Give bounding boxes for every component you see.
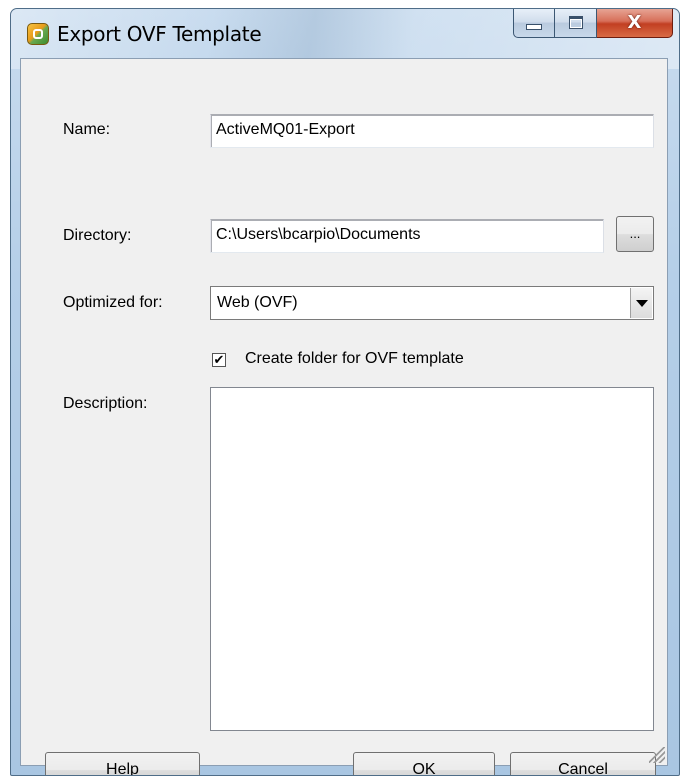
dialog-body: Name: ActiveMQ01-Export Directory: C:\Us… xyxy=(20,58,668,775)
close-button[interactable]: X xyxy=(597,9,673,38)
ok-button[interactable]: OK xyxy=(353,752,495,775)
maximize-button[interactable] xyxy=(555,9,597,38)
name-input[interactable]: ActiveMQ01-Export xyxy=(210,114,654,148)
browse-button[interactable]: ... xyxy=(616,216,654,252)
optimized-for-select[interactable]: Web (OVF) xyxy=(210,286,654,320)
optimized-for-value: Web (OVF) xyxy=(217,294,298,311)
export-ovf-dialog: Export OVF Template X Name: ActiveMQ01-E… xyxy=(10,8,680,776)
caption-buttons: X xyxy=(513,9,673,38)
create-folder-checkbox[interactable]: ✔ xyxy=(212,353,226,367)
close-icon: X xyxy=(627,12,642,33)
minimize-button[interactable] xyxy=(513,9,555,38)
minimize-icon xyxy=(526,23,542,30)
optimized-for-label: Optimized for: xyxy=(63,294,163,311)
name-label: Name: xyxy=(63,121,111,138)
cancel-button[interactable]: Cancel xyxy=(510,752,656,775)
directory-input[interactable]: C:\Users\bcarpio\Documents xyxy=(210,219,604,253)
resize-grip[interactable] xyxy=(649,747,665,763)
chevron-down-icon xyxy=(635,299,648,307)
title-bar[interactable]: Export OVF Template X xyxy=(11,9,679,59)
maximize-icon xyxy=(568,16,583,29)
description-textarea[interactable] xyxy=(210,387,654,731)
dropdown-arrow-button[interactable] xyxy=(630,288,652,318)
vsphere-app-icon xyxy=(27,23,49,45)
create-folder-label[interactable]: Create folder for OVF template xyxy=(245,350,464,368)
directory-label: Directory: xyxy=(63,227,132,244)
help-button[interactable]: Help xyxy=(45,752,200,775)
description-label: Description: xyxy=(63,395,148,412)
window-title: Export OVF Template xyxy=(57,22,262,46)
